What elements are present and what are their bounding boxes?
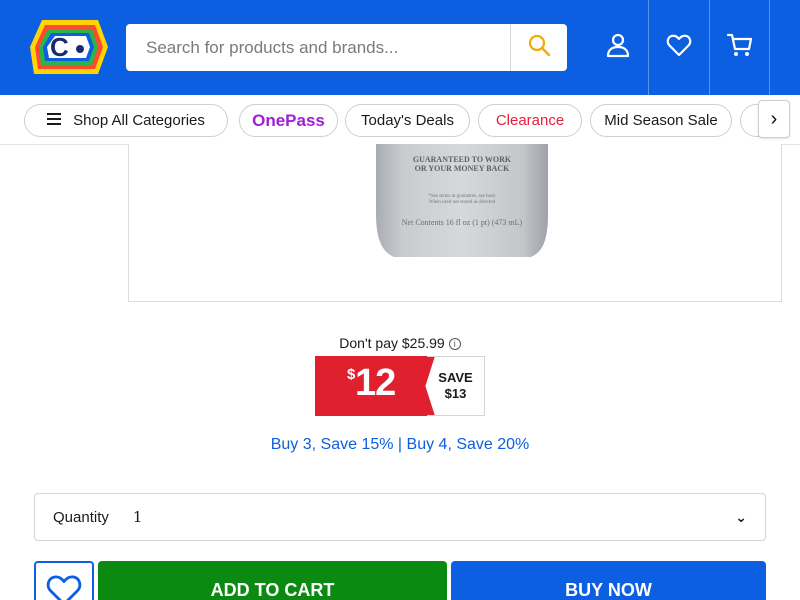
wishlist-button[interactable] [648,0,709,95]
todays-deals-link[interactable]: Today's Deals [345,104,470,137]
sale-price: $ 12 [315,356,435,416]
mid-season-sale-link[interactable]: Mid Season Sale [590,104,732,137]
search-bar [126,24,567,71]
price-box: $ 12 SAVE $13 [315,356,485,416]
buy-now-button[interactable]: BUY NOW [451,561,766,600]
account-button[interactable] [587,0,648,95]
catch-logo-icon[interactable]: C [28,16,110,78]
search-input[interactable] [126,24,510,71]
bottle-label-line1: GUARANTEED TO WORK [413,155,512,164]
cart-icon [726,32,754,63]
cart-button[interactable] [709,0,770,95]
dont-pay-text: Don't pay $25.99 [339,335,445,351]
svg-text:C: C [50,32,69,62]
shop-all-label: Shop All Categories [73,112,205,129]
menu-icon [47,112,62,129]
bottle-net-contents: Net Contents 16 fl oz (1 pt) (473 mL) [402,218,523,227]
bottle-small-text1: *See terms at guarantee, see back [428,194,496,199]
dont-pay-label: Don't pay $25.99 i [0,335,800,351]
site-header: C [0,0,800,95]
clearance-link[interactable]: Clearance [478,104,582,137]
category-nav: Shop All Categories OnePass Today's Deal… [0,95,800,145]
bottle-small-text2: When used not stored as directed [429,200,496,205]
save-amount: $13 [444,386,467,401]
search-icon [527,33,551,62]
add-to-cart-button[interactable]: ADD TO CART [98,561,447,600]
save-label: SAVE [438,370,473,385]
nav-next-button[interactable]: › [758,100,790,138]
account-icon [605,32,631,63]
quantity-label: Quantity [53,508,109,526]
search-button[interactable] [510,24,567,71]
heart-icon [666,33,692,62]
chevron-right-icon: › [770,107,778,130]
product-bottle-image: GUARANTEED TO WORK OR YOUR MONEY BACK *S… [376,144,548,257]
multibuy-promo-link[interactable]: Buy 3, Save 15% | Buy 4, Save 20% [0,436,800,454]
shop-all-categories-button[interactable]: Shop All Categories [24,104,228,137]
quantity-select[interactable]: Quantity 1 ⌄ [34,493,766,541]
onepass-link[interactable]: OnePass [239,104,338,137]
product-image[interactable]: GUARANTEED TO WORK OR YOUR MONEY BACK *S… [128,144,782,302]
heart-icon [45,573,83,600]
quantity-value: 1 [132,508,143,526]
info-icon[interactable]: i [448,338,461,350]
chevron-down-icon: ⌄ [735,508,747,525]
bottle-label-line2: OR YOUR MONEY BACK [415,164,511,173]
add-to-wishlist-button[interactable] [34,561,94,600]
price-amount: 12 [355,362,396,404]
save-badge: SAVE $13 [427,356,485,416]
